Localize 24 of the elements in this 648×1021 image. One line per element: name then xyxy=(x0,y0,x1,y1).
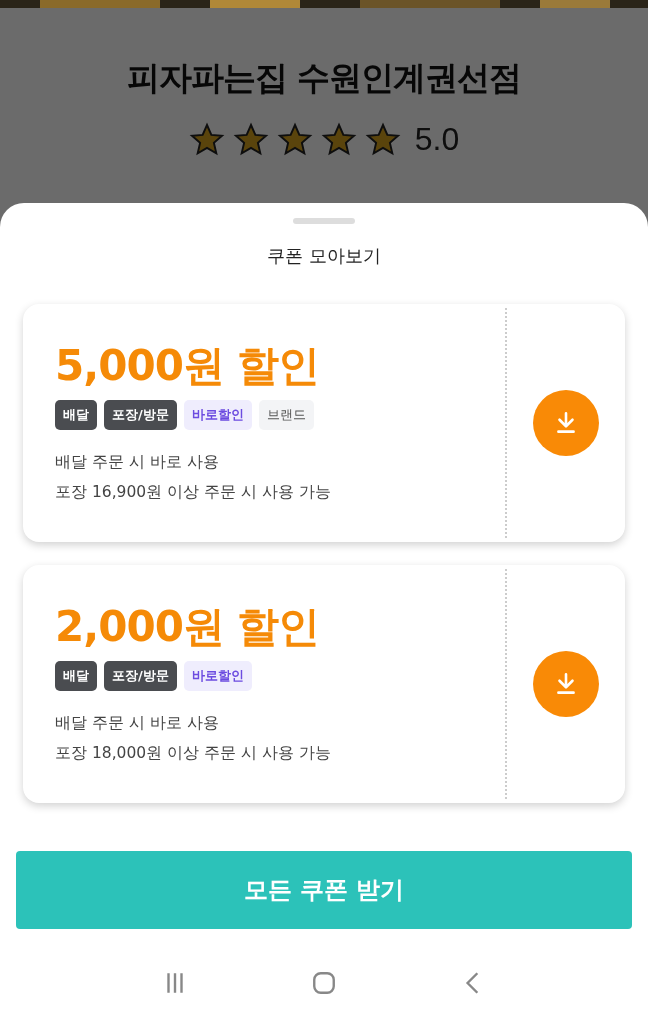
coupon-tag: 바로할인 xyxy=(183,661,252,691)
coupon-condition: 배달 주문 시 바로 사용 xyxy=(55,452,220,473)
store-name: 피자파는집 수원인계권선점 xyxy=(126,57,522,99)
star-icon xyxy=(276,121,313,158)
coupon-condition: 배달 주문 시 바로 사용 xyxy=(55,713,220,734)
star-icon xyxy=(320,121,357,158)
star-icon xyxy=(364,121,401,158)
coupon-tag: 포장/방문 xyxy=(104,400,177,430)
star-icon xyxy=(188,121,225,158)
star-icon xyxy=(232,121,269,158)
discount-amount: 2,000원 할인 xyxy=(55,601,321,653)
discount-amount: 5,000원 할인 xyxy=(55,340,321,392)
sheet-title: 쿠폰 모아보기 xyxy=(267,244,381,268)
home-icon[interactable] xyxy=(311,970,337,996)
coupon-condition: 포장 16,900원 이상 주문 시 사용 가능 xyxy=(55,482,332,503)
get-all-coupons-button[interactable]: 모든 쿠폰 받기 xyxy=(16,851,632,929)
coupon-tag: 배달 xyxy=(55,400,97,430)
coupon-tag: 배달 xyxy=(55,661,97,691)
drag-handle[interactable] xyxy=(293,218,355,224)
coupon-tag: 바로할인 xyxy=(183,400,252,430)
coupon-condition: 포장 18,000원 이상 주문 시 사용 가능 xyxy=(55,743,332,764)
rating-value: 5.0 xyxy=(414,121,460,158)
coupon-tag: 포장/방문 xyxy=(104,661,177,691)
coupon-tag: 브랜드 xyxy=(258,400,314,430)
